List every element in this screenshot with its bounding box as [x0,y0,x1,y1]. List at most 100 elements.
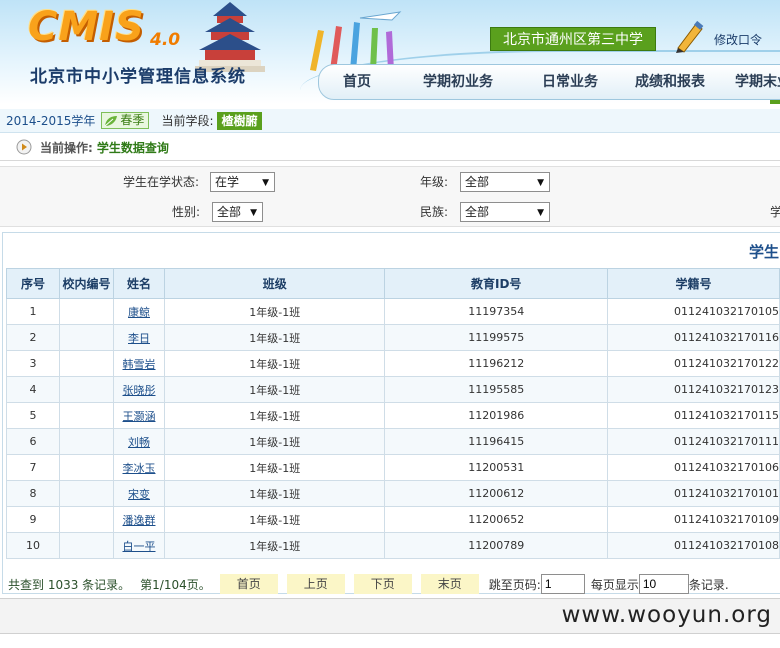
ethnicity-select-value: 全部 [465,205,490,219]
cell-school-id [59,480,114,507]
cell-class: 1年级-1班 [164,298,386,325]
column-header-class[interactable]: 班级 [164,268,386,299]
student-name-link[interactable]: 宋变 [128,488,150,501]
main-nav: 首页 学期初业务 日常业务 成绩和报表 学期末业 [318,64,780,100]
pencils-decoration-icon [310,11,402,71]
nav-item-term-start[interactable]: 学期初业务 [395,65,521,99]
stage-label: 当前学段: [161,114,214,128]
student-name-link[interactable]: 康鲸 [128,306,150,319]
cell-class: 1年级-1班 [164,376,386,403]
current-operation-value: 学生数据查询 [96,140,169,155]
nav-item-daily[interactable]: 日常业务 [521,65,619,99]
cell-name: 刘畅 [112,428,166,455]
cell-student-id: 011241032170115 [606,402,780,429]
grade-select[interactable]: 全部 ▼ [460,172,550,192]
page-info: 第1/104页。 [140,577,211,592]
clipped-filter-label: 学 [770,205,780,219]
student-name-link[interactable]: 白一平 [123,540,156,553]
cell-school-id [59,506,114,533]
table-row: 9 潘逸群 1年级-1班 11200652 011241032170109 [5,506,780,533]
cell-student-id: 011241032170122 [606,350,780,377]
gender-select-value: 全部 [217,205,242,219]
next-page-button[interactable]: 下页 [353,574,412,594]
nav-item-grades-reports[interactable]: 成绩和报表 [619,65,721,99]
jump-page-input[interactable] [540,574,585,594]
student-table: 序号 校内编号 姓名 班级 教育ID号 学籍号 1 康鲸 1年级-1班 1119… [5,268,780,559]
cell-class: 1年级-1班 [164,454,386,481]
cell-no: 8 [5,480,61,507]
cell-school-id [59,350,114,377]
filter-panel: 学生在学状态: 在学 ▼ 年级: 全部 ▼ 性别: 全部 ▼ 民族: 全部 ▼ … [0,166,780,227]
pen-icon[interactable] [672,20,706,54]
cmis-logo: CMIS [28,4,145,50]
cell-edu-id: 11196212 [384,350,608,377]
cell-student-id: 011241032170116 [606,324,780,351]
cell-class: 1年级-1班 [164,402,386,429]
cell-student-id: 011241032170108 [606,532,780,559]
cell-no: 5 [5,402,61,429]
cell-no: 6 [5,428,61,455]
student-name-link[interactable]: 刘畅 [128,436,150,449]
cell-name: 李冰玉 [112,454,166,481]
cell-class: 1年级-1班 [164,324,386,351]
cell-name: 王灏涵 [112,402,166,429]
watermark: www.wooyun.org [561,602,772,628]
column-header-name[interactable]: 姓名 [112,268,166,299]
cell-school-id [59,298,114,325]
status-filter-label: 学生在学状态: [123,175,200,189]
ethnicity-filter-label: 民族: [420,205,449,219]
cell-class: 1年级-1班 [164,480,386,507]
ethnicity-select[interactable]: 全部 ▼ [460,202,550,222]
student-name-link[interactable]: 李日 [128,332,150,345]
first-page-button[interactable]: 首页 [219,574,278,594]
nav-active-indicator [770,100,780,104]
student-name-link[interactable]: 李冰玉 [123,462,156,475]
table-row: 7 李冰玉 1年级-1班 11200531 011241032170106 [5,454,780,481]
cell-name: 李日 [112,324,166,351]
dropdown-arrow-icon: ▼ [250,208,257,218]
gender-select[interactable]: 全部 ▼ [212,202,263,222]
cell-student-id: 011241032170109 [606,506,780,533]
stage-value: 楂樹腑 [217,111,262,130]
table-row: 3 韩雪岩 1年级-1班 11196212 011241032170122 [5,350,780,377]
season-badge: 春季 [101,112,150,129]
nav-item-term-end[interactable]: 学期末业 [721,65,780,99]
table-row: 5 王灏涵 1年级-1班 11201986 011241032170115 [5,402,780,429]
per-page-suffix: 条记录. [688,577,729,592]
prev-page-button[interactable]: 上页 [286,574,345,594]
system-title: 北京市中小学管理信息系统 [30,67,246,87]
dropdown-arrow-icon: ▼ [262,178,269,188]
cell-edu-id: 11201986 [384,402,608,429]
cell-edu-id: 11200531 [384,454,608,481]
cell-class: 1年级-1班 [164,428,386,455]
cell-student-id: 011241032170123 [606,376,780,403]
current-operation-label: 当前操作: [40,140,93,155]
nav-item-home[interactable]: 首页 [319,65,395,99]
status-select[interactable]: 在学 ▼ [210,172,275,192]
logo-version: 4.0 [150,30,181,50]
cell-name: 韩雪岩 [112,350,166,377]
student-name-link[interactable]: 韩雪岩 [123,358,156,371]
last-page-button[interactable]: 末页 [420,574,479,594]
cell-no: 4 [5,376,61,403]
table-row: 4 张晓彤 1年级-1班 11195585 011241032170123 [5,376,780,403]
column-header-student-id[interactable]: 学籍号 [606,268,780,299]
column-header-edu-id[interactable]: 教育ID号 [384,268,608,299]
cell-edu-id: 11195585 [384,376,608,403]
table-row: 1 康鲸 1年级-1班 11197354 011241032170105 [5,298,780,325]
column-header-school-id[interactable]: 校内编号 [59,268,114,299]
student-name-link[interactable]: 张晓彤 [123,384,156,397]
per-page-input[interactable] [638,574,689,594]
student-name-link[interactable]: 王灏涵 [123,410,156,423]
student-name-link[interactable]: 潘逸群 [123,514,156,527]
app-header: CMIS 4.0 北京市中小学管理信息系统 北京市通州区第三中学 修改口令 首页… [0,0,780,104]
gender-filter-label: 性别: [172,205,201,219]
dropdown-arrow-icon: ▼ [537,178,544,188]
column-header-no[interactable]: 序号 [5,268,61,299]
change-password-link[interactable]: 修改口令 [714,31,762,48]
cell-no: 1 [5,298,61,325]
status-select-value: 在学 [215,175,240,189]
table-row: 8 宋变 1年级-1班 11200612 011241032170101 [5,480,780,507]
cell-edu-id: 11196415 [384,428,608,455]
cell-edu-id: 11197354 [384,298,608,325]
